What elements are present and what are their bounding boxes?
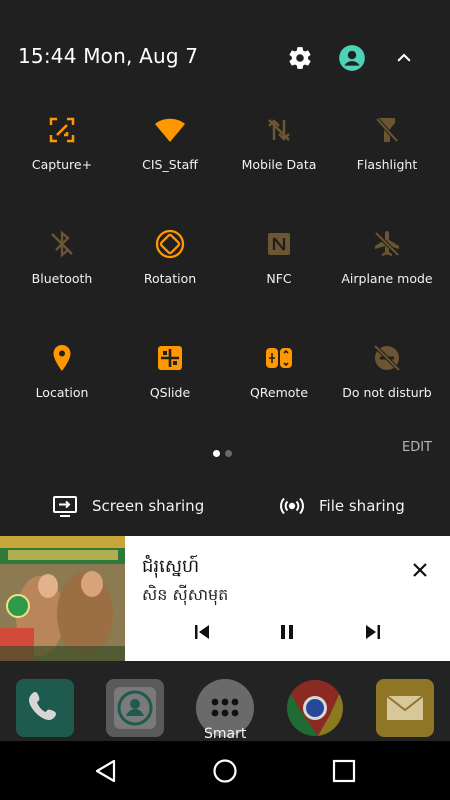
screen-sharing-label: Screen sharing [92, 497, 205, 515]
do-not-disturb-icon [373, 344, 401, 372]
tile-label: Rotation [143, 271, 197, 286]
location-icon [53, 345, 71, 371]
capture-plus-icon [49, 117, 75, 143]
collapse-chevron-up-icon[interactable] [386, 40, 422, 76]
tile-label: Do not disturb [342, 385, 432, 400]
quick-settings-header: 15:44 Mon, Aug 7 [0, 0, 450, 110]
chrome-app-icon[interactable] [285, 678, 345, 738]
wifi-icon [155, 118, 185, 142]
tile-label: Airplane mode [341, 271, 433, 286]
airplane-icon [374, 231, 400, 257]
tile-label: Location [35, 385, 89, 400]
tile-label: QSlide [149, 385, 191, 400]
mobile-data-icon [268, 119, 290, 141]
flashlight-icon [375, 117, 399, 143]
media-artist: សិន ស៊ីសាមុត [142, 585, 229, 604]
pause-icon[interactable] [275, 620, 299, 644]
navigation-bar [0, 741, 450, 800]
bluetooth-icon [51, 230, 73, 258]
close-icon[interactable] [408, 558, 432, 582]
home-dock: Smart [0, 661, 450, 742]
page-indicator [213, 442, 237, 461]
tile-qslide[interactable]: QSlide [115, 336, 225, 436]
tile-bluetooth[interactable]: Bluetooth [7, 222, 117, 322]
recents-icon[interactable] [331, 758, 357, 784]
page-dot-active [213, 450, 220, 457]
tile-label: NFC [266, 271, 292, 286]
tile-label: Mobile Data [241, 157, 317, 172]
screen-sharing-button[interactable]: Screen sharing [52, 490, 204, 522]
email-app-icon[interactable] [375, 678, 435, 738]
next-track-icon[interactable] [361, 620, 385, 644]
screen-sharing-icon [53, 496, 77, 517]
tile-mobile-data[interactable]: Mobile Data [224, 108, 334, 208]
tile-label: Capture+ [31, 157, 93, 172]
qremote-icon [266, 348, 292, 368]
qslide-icon [158, 346, 182, 370]
settings-gear-icon[interactable] [282, 40, 318, 76]
tile-label: Flashlight [356, 157, 418, 172]
tile-label: CIS_Staff [142, 157, 198, 172]
media-title: ជំរុស្នេហ៍ [142, 556, 200, 577]
contacts-app-icon[interactable] [105, 678, 165, 738]
user-account-icon[interactable] [334, 40, 370, 76]
time-text: 15:44 [18, 44, 77, 68]
media-notification[interactable]: ជំរុស្នេហ៍ សិន ស៊ីសាមុត [0, 536, 450, 661]
file-sharing-icon [280, 497, 304, 515]
rotation-icon [155, 229, 185, 259]
page-dot [225, 450, 232, 457]
tile-nfc[interactable]: NFC [224, 222, 334, 322]
date-text: Mon, Aug 7 [83, 44, 199, 68]
tile-flashlight[interactable]: Flashlight [332, 108, 442, 208]
tile-airplane-mode[interactable]: Airplane mode [332, 222, 442, 322]
tile-label: QRemote [249, 385, 309, 400]
back-icon[interactable] [94, 758, 120, 784]
phone-app-icon[interactable] [15, 678, 75, 738]
previous-track-icon[interactable] [190, 620, 214, 644]
status-clock: 15:44 Mon, Aug 7 [18, 44, 198, 68]
nfc-icon [268, 233, 290, 255]
tile-rotation[interactable]: Rotation [115, 222, 225, 322]
edit-button[interactable]: EDIT [402, 440, 432, 455]
home-icon[interactable] [212, 758, 238, 784]
tile-qremote[interactable]: QRemote [224, 336, 334, 436]
file-sharing-button[interactable]: File sharing [279, 490, 405, 522]
tile-do-not-disturb[interactable]: Do not disturb [332, 336, 442, 436]
tile-label: Bluetooth [31, 271, 93, 286]
tile-wifi[interactable]: CIS_Staff [115, 108, 225, 208]
album-art [0, 536, 125, 661]
tile-location[interactable]: Location [7, 336, 117, 436]
file-sharing-label: File sharing [319, 497, 405, 515]
tile-capture-plus[interactable]: Capture+ [7, 108, 117, 208]
